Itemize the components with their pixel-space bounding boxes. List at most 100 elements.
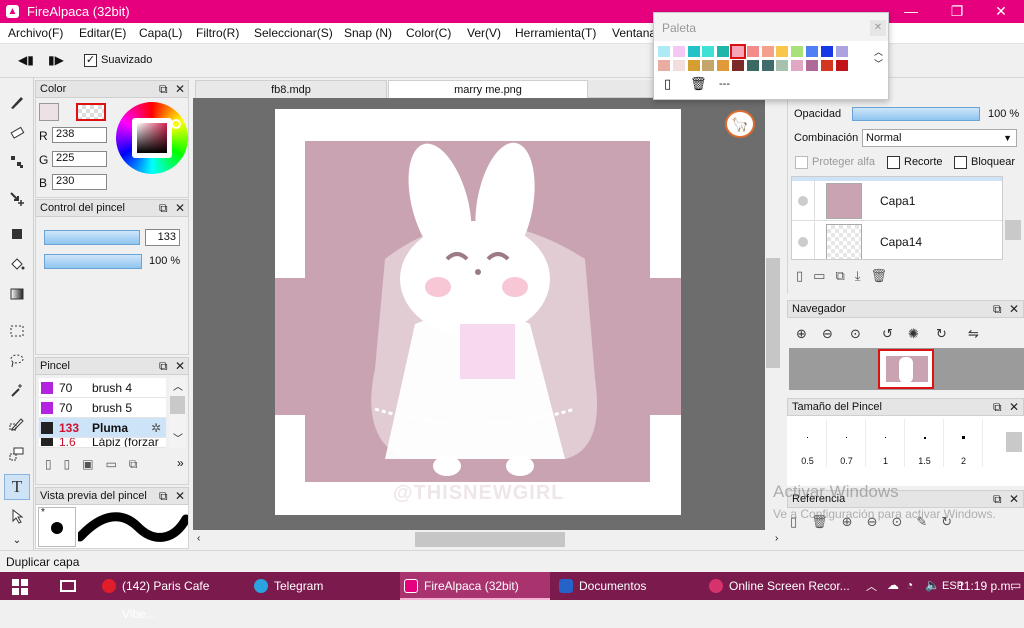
palette-swatch[interactable] — [730, 44, 746, 59]
palette-swatch[interactable] — [776, 46, 789, 57]
rotate-right-icon[interactable]: ↻ — [936, 326, 947, 342]
brush-opacity-slider[interactable] — [44, 254, 142, 269]
hue-marker[interactable] — [171, 119, 181, 129]
brush-preview-float-icon[interactable]: ⧉ — [159, 488, 168, 504]
brush-item[interactable]: 70 brush 5 — [39, 398, 166, 418]
palette-swatch[interactable] — [687, 46, 700, 57]
canvas-vertical-scrollbar[interactable] — [765, 98, 781, 530]
protect-alpha-checkbox[interactable] — [795, 156, 808, 169]
clipping-checkbox[interactable] — [887, 156, 900, 169]
brush-copy-icon[interactable]: ⧉ — [129, 457, 150, 471]
canvas-horizontal-scrollbar[interactable]: ‹ › — [193, 530, 778, 550]
delete-layer-icon[interactable]: 🗑 — [871, 268, 898, 283]
brush-preview-close-icon[interactable]: ✕ — [175, 488, 185, 504]
more-tools-chevron-icon[interactable]: ⌄ — [4, 531, 30, 549]
brush-script-icon[interactable]: ▣ — [82, 457, 105, 471]
zoom-fit-icon[interactable]: ⊙ — [850, 326, 861, 342]
brush-control-close-icon[interactable]: ✕ — [175, 200, 185, 216]
palette-new-icon[interactable]: ▯ — [664, 76, 671, 92]
brush-tool-icon[interactable] — [4, 89, 30, 115]
palette-swatch[interactable] — [746, 46, 759, 57]
brush-size-scrollbar[interactable] — [1006, 432, 1022, 452]
navigator-preview[interactable] — [789, 348, 1024, 390]
palette-swatch[interactable] — [806, 46, 818, 57]
previous-frame-icon[interactable]: ◀▮ — [18, 53, 34, 67]
zoom-in-icon[interactable]: ⊕ — [796, 326, 807, 342]
brush-list-more-icon[interactable]: » — [177, 456, 184, 470]
close-button[interactable]: ✕ — [978, 0, 1024, 23]
menu-herramienta[interactable]: Herramienta(T) — [515, 26, 596, 40]
menu-capa[interactable]: Capa(L) — [139, 26, 182, 40]
blend-mode-select[interactable]: Normal ▼ — [862, 129, 1017, 147]
palette-swatch[interactable] — [732, 60, 744, 71]
palette-swatch[interactable] — [658, 46, 670, 57]
minimize-button[interactable]: — — [888, 0, 934, 23]
reference-float-icon[interactable]: ⧉ — [993, 491, 1002, 507]
lock-checkbox[interactable] — [954, 156, 967, 169]
volume-icon[interactable]: 🔈 — [925, 578, 940, 592]
palette-swatch[interactable] — [672, 46, 685, 57]
bucket-tool-icon[interactable] — [4, 251, 30, 277]
color-panel-close-icon[interactable]: ✕ — [175, 81, 185, 97]
palette-swatch[interactable] — [820, 46, 833, 57]
primary-color-swatch[interactable] — [39, 103, 59, 121]
navigator-viewport[interactable] — [878, 349, 934, 389]
brush-size-preset[interactable]: 2 — [945, 419, 983, 467]
next-frame-icon[interactable]: ▮▶ — [48, 53, 64, 67]
layer-visibility-icon[interactable] — [798, 196, 808, 206]
layer-visibility-icon[interactable] — [798, 237, 808, 247]
gradient-tool-icon[interactable] — [4, 281, 30, 307]
brush-control-float-icon[interactable]: ⧉ — [159, 200, 168, 216]
layer-list-scrollbar[interactable] — [1005, 220, 1021, 240]
duplicate-layer-icon[interactable]: ⧉ — [835, 268, 854, 283]
brush-size-preset[interactable]: 1.5 — [906, 419, 944, 467]
brush-item-selected[interactable]: 133 Pluma ✲ — [39, 418, 166, 438]
select-rect-tool-icon[interactable] — [4, 318, 30, 344]
brush-item[interactable]: 1.6 Lápiz (forzar d — [39, 438, 166, 448]
new-folder-icon[interactable]: ▭ — [813, 268, 835, 283]
task-view-icon[interactable] — [60, 580, 76, 592]
lasso-tool-icon[interactable] — [4, 347, 30, 373]
brush-size-close-icon[interactable]: ✕ — [1009, 399, 1019, 415]
brush-size-float-icon[interactable]: ⧉ — [993, 399, 1002, 415]
brush-size-preset[interactable]: 1 — [867, 419, 905, 467]
clock[interactable]: 11:19 p.m. — [958, 579, 1014, 593]
brush-folder-icon[interactable]: ▭ — [106, 457, 129, 471]
canvas-area[interactable]: @THISNEWGIRL 🦙 — [193, 98, 765, 530]
palette-swatch[interactable] — [717, 60, 730, 71]
scroll-left-icon[interactable]: ‹ — [197, 533, 200, 544]
scroll-right-icon[interactable]: › — [775, 533, 778, 544]
maximize-button[interactable]: ❐ — [934, 0, 980, 23]
taskbar-item-telegram[interactable]: Telegram — [250, 572, 395, 600]
smoothing-checkbox[interactable]: ✓ — [84, 54, 97, 67]
navigator-close-icon[interactable]: ✕ — [1009, 301, 1019, 317]
menu-ver[interactable]: Ver(V) — [467, 26, 501, 40]
start-icon[interactable] — [12, 579, 28, 595]
layer-row[interactable]: Capa14 — [792, 222, 1002, 259]
palette-swatch[interactable] — [791, 46, 804, 57]
notifications-icon[interactable]: ▭ — [1010, 578, 1021, 592]
new-brush-icon[interactable]: ▯ — [45, 457, 64, 471]
show-hidden-icons-chevron[interactable]: ︿ — [866, 578, 877, 594]
menu-filtro[interactable]: Filtro(R) — [196, 26, 239, 40]
taskbar-item-screen-recorder[interactable]: Online Screen Recor... — [705, 572, 855, 600]
palette-swatch[interactable] — [761, 46, 774, 57]
brush-list-close-icon[interactable]: ✕ — [175, 358, 185, 374]
saturation-value-square[interactable] — [137, 123, 167, 153]
secondary-color-swatch[interactable] — [76, 103, 106, 121]
menu-ventana[interactable]: Ventana — [612, 26, 656, 40]
new-layer-icon[interactable]: ▯ — [796, 268, 813, 283]
rotate-left-icon[interactable]: ↺ — [882, 326, 893, 342]
flip-horizontal-icon[interactable]: ⇋ — [968, 326, 979, 342]
menu-color[interactable]: Color(C) — [406, 26, 451, 40]
operation-tool-icon[interactable] — [4, 503, 30, 529]
wifi-icon[interactable]: ◔ — [906, 578, 913, 592]
palette-scroll-down-icon[interactable]: ﹀ — [874, 57, 883, 70]
palette-swatch[interactable] — [672, 60, 685, 71]
menu-archivo[interactable]: Archivo(F) — [8, 26, 63, 40]
eraser-tool-icon[interactable] — [4, 119, 30, 145]
palette-swatch[interactable] — [806, 60, 818, 71]
text-tool-icon[interactable]: T — [4, 474, 30, 500]
brush-size-preset[interactable]: 0.7 — [828, 419, 866, 467]
r-value-input[interactable]: 238 — [52, 127, 107, 143]
